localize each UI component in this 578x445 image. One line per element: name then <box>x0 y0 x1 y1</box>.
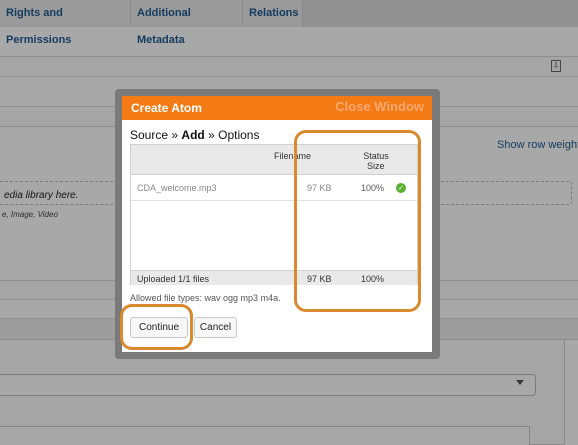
close-window-button[interactable]: Close Window <box>335 99 424 114</box>
file-progress: 100% <box>361 183 385 193</box>
table-footer: Uploaded 1/1 files 97 KB 100% <box>131 270 417 285</box>
breadcrumb-current: Add <box>181 128 205 142</box>
column-filename: Filename <box>274 151 312 161</box>
allowed-file-types: Allowed file types: wav ogg mp3 m4a. <box>130 293 281 303</box>
total-progress: 100% <box>361 274 385 284</box>
create-atom-dialog: Create Atom Close Window Source » Add » … <box>122 96 432 352</box>
breadcrumb-options: Options <box>218 128 260 142</box>
uploaded-count: Uploaded 1/1 files <box>137 274 210 284</box>
breadcrumb-separator: » <box>208 128 215 142</box>
breadcrumb: Source » Add » Options <box>130 128 259 142</box>
check-circle-icon: ✓ <box>396 183 406 193</box>
breadcrumb-separator: » <box>171 128 179 142</box>
file-size: 97 KB <box>307 183 332 193</box>
total-size: 97 KB <box>307 274 332 284</box>
continue-button[interactable]: Continue <box>130 317 188 338</box>
table-header: Filename Status Size <box>131 145 417 175</box>
cancel-button[interactable]: Cancel <box>194 317 237 338</box>
file-name: CDA_welcome.mp3 <box>137 183 217 193</box>
upload-file-table: Filename Status Size CDA_welcome.mp3 97 … <box>130 144 418 285</box>
column-status: Status <box>363 151 389 161</box>
breadcrumb-source: Source <box>130 128 169 142</box>
column-size: Size <box>367 161 385 171</box>
dialog-header: Create Atom Close Window <box>122 96 432 120</box>
dialog-title: Create Atom <box>131 101 202 115</box>
table-row: CDA_welcome.mp3 97 KB 100% ✓ <box>131 175 417 201</box>
